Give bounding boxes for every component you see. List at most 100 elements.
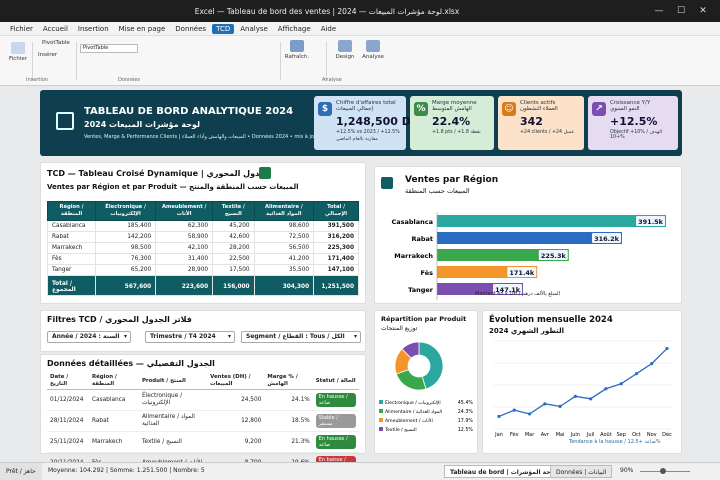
pivot-cell[interactable]: Marrakech <box>47 241 96 254</box>
pivot-cell[interactable]: 42,600 <box>212 230 255 243</box>
pivot-cell[interactable]: 147,100 <box>313 263 359 276</box>
pivot-total-cell[interactable]: Total / المجموع <box>47 274 96 296</box>
pivot-cell[interactable]: 42,100 <box>155 241 214 254</box>
refresh-button[interactable]: Rafraîch. <box>284 40 310 60</box>
table-row[interactable]: 28/11/2024 Rabat Alimentaire / المواد الغذ… <box>47 410 359 433</box>
pivot-total-cell[interactable]: 1,251,500 <box>313 274 359 296</box>
pivot-cell[interactable]: Casablanca <box>47 219 96 232</box>
pivot-total-cell[interactable]: 304,300 <box>253 274 315 296</box>
line-point[interactable] <box>634 372 639 376</box>
dashboard-subtitle: Ventes, Marge & Performance Clients | ال… <box>84 134 350 140</box>
pivot-cell[interactable]: Tanger <box>47 263 96 276</box>
design-button[interactable]: Design <box>334 40 356 60</box>
line-point[interactable] <box>665 346 669 351</box>
details-header[interactable]: Produit / المنتج <box>138 373 208 391</box>
pivot-cell[interactable]: 17,500 <box>212 263 255 276</box>
pivot-cell[interactable]: Fès <box>47 252 96 265</box>
bar[interactable] <box>437 215 667 227</box>
table-row[interactable]: 01/12/2024 Casablanca Électronique / الإلك… <box>47 389 359 412</box>
line-x-tick: Nov <box>647 432 657 438</box>
pivot-cell[interactable]: 58,900 <box>155 230 214 243</box>
pivot-cell[interactable]: 98,500 <box>94 241 157 254</box>
menu-5[interactable]: TCD <box>212 23 235 34</box>
line-point[interactable] <box>573 394 577 398</box>
pivottable-button[interactable]: PivotTable Insérer <box>34 40 74 58</box>
pivot-cell[interactable]: 72,500 <box>253 230 315 243</box>
pivot-field-input[interactable]: PivotTable <box>80 44 138 53</box>
pivot-cell[interactable]: 35,500 <box>253 263 315 276</box>
pivot-total-row: Total / المجموع 567,600 223,600 156,000 304,… <box>47 274 359 296</box>
kpi-title-ar: العملاء النشطون <box>520 106 558 112</box>
line-point[interactable] <box>497 414 501 419</box>
pivot-cell[interactable]: 225,300 <box>313 241 359 254</box>
line-point[interactable] <box>619 382 623 386</box>
pivot-cell[interactable]: 41,200 <box>253 252 315 265</box>
menu-1[interactable]: Accueil <box>39 24 72 34</box>
details-title: Données détaillées — الجدول التفصيلي <box>47 359 215 368</box>
line-point[interactable] <box>512 408 516 412</box>
year-dropdown[interactable]: Année / السنة : 2024 <box>47 331 131 343</box>
pivot-header[interactable]: Textile / النسيج <box>212 201 255 221</box>
file-button[interactable]: Fichier <box>6 42 30 62</box>
line-point[interactable] <box>650 362 654 366</box>
pivot-header[interactable]: Électronique / الإلكترونيات <box>94 201 157 221</box>
details-status-cell: En hausse / صاعد <box>312 389 359 412</box>
details-header[interactable]: Ventes (DH) / المبيعات <box>207 373 265 391</box>
menu-2[interactable]: Insertion <box>74 24 113 34</box>
minimize-icon[interactable]: — <box>648 6 670 16</box>
pivot-cell[interactable]: 45,200 <box>212 219 255 232</box>
line-point[interactable] <box>589 397 593 401</box>
pivot-table[interactable]: Région / المنطقة Électronique / الإلكترون… <box>47 201 359 296</box>
quarter-dropdown[interactable]: Trimestre / T4 2024 <box>145 331 235 343</box>
pivot-header[interactable]: Ameublement / الأثاث <box>155 201 214 221</box>
menu-3[interactable]: Mise en page <box>115 24 170 34</box>
pivot-cell[interactable]: 22,500 <box>212 252 255 265</box>
pivot-cell[interactable]: 28,900 <box>155 263 214 276</box>
line-point[interactable] <box>543 402 547 406</box>
pivot-total-cell[interactable]: 223,600 <box>155 274 214 296</box>
pivot-cell[interactable]: 28,200 <box>212 241 255 254</box>
close-icon[interactable]: ✕ <box>692 6 714 16</box>
line-point[interactable] <box>558 404 562 408</box>
table-row[interactable]: 25/11/2024 Marrakech Textile / النسيج 9,200… <box>47 431 359 454</box>
pivot-cell[interactable]: 62,300 <box>155 219 214 232</box>
pivot-cell[interactable]: 316,200 <box>313 230 359 243</box>
pivot-cell[interactable]: 56,500 <box>253 241 315 254</box>
details-header[interactable]: Date / التاريخ <box>47 373 89 391</box>
pivot-cell[interactable]: 142,200 <box>94 230 157 243</box>
sheet-tab-data[interactable]: Données | البيانات <box>550 465 613 478</box>
segment-dropdown[interactable]: Segment / القطاع : Tous / الكل <box>241 331 361 343</box>
details-table[interactable]: Date / التاريخ Région / المنطقة Produit / … <box>47 373 359 475</box>
pivot-header[interactable]: Total / الإجمالي <box>313 201 359 221</box>
pivot-cell[interactable]: 171,400 <box>313 252 359 265</box>
pivot-cell[interactable]: 185,400 <box>94 219 157 232</box>
pivot-cell[interactable]: 65,200 <box>94 263 157 276</box>
pivot-cell[interactable]: 31,400 <box>155 252 214 265</box>
kpi-value: 342 <box>520 115 543 128</box>
line-point[interactable] <box>527 412 532 416</box>
pivot-cell[interactable]: Rabat <box>47 230 96 243</box>
pivot-cell[interactable]: 98,600 <box>253 219 315 232</box>
kpi-value: 1,248,500 DH <box>336 115 421 128</box>
pivot-cell[interactable]: 391,500 <box>313 219 359 232</box>
sheet-tab-dashboard[interactable]: Tableau de bord | لوحة المؤشرات <box>444 465 563 478</box>
menu-6[interactable]: Analyse <box>236 24 272 34</box>
menu-7[interactable]: Affichage <box>274 24 315 34</box>
details-header[interactable]: Marge % / الهامش <box>264 373 313 391</box>
menu-0[interactable]: Fichier <box>6 24 37 34</box>
pivot-cell[interactable]: 76,300 <box>94 252 157 265</box>
kpi-icon: ☺ <box>502 102 516 116</box>
analyse-button[interactable]: Analyse <box>362 40 384 60</box>
line-point[interactable] <box>604 387 608 391</box>
pivot-header[interactable]: Alimentaire / المواد الغذائية <box>253 201 315 221</box>
details-header[interactable]: Statut / الحالة <box>312 373 359 391</box>
menu-4[interactable]: Données <box>171 24 210 34</box>
pivot-total-cell[interactable]: 156,000 <box>212 274 255 296</box>
menu-8[interactable]: Aide <box>317 24 340 34</box>
pivot-total-cell[interactable]: 567,600 <box>94 274 157 296</box>
details-header[interactable]: Région / المنطقة <box>88 373 139 391</box>
zoom-slider-thumb[interactable] <box>660 468 666 474</box>
maximize-icon[interactable]: ☐ <box>670 6 692 16</box>
pivot-header[interactable]: Région / المنطقة <box>47 201 96 221</box>
kpi-title-ar: إجمالي المبيعات <box>336 106 374 112</box>
